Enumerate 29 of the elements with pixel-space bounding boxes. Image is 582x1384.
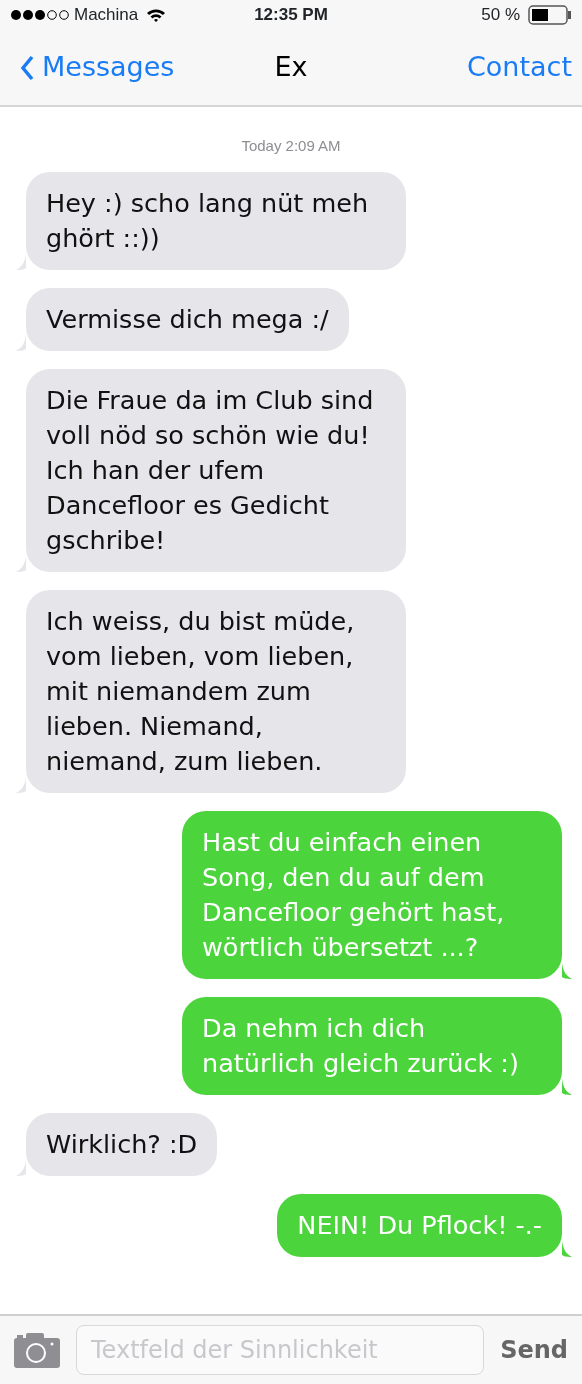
received-message-bubble: Vermisse dich mega :/ <box>26 287 349 351</box>
bubble-tail-icon <box>16 253 26 270</box>
sent-message-bubble: Da nehm ich dich natürlich gleich zurück :) <box>182 996 562 1095</box>
bubble-tail-icon <box>16 555 26 572</box>
message-timestamp: Today 2:09 AM <box>240 136 342 156</box>
received-message-bubble: Wirklich? :D <box>26 1112 218 1176</box>
battery-percent: 50 % <box>481 4 520 27</box>
send-button[interactable]: Send <box>500 1332 568 1368</box>
status-time: 12:35 PM <box>254 4 328 27</box>
bubble-tail-icon <box>16 1159 26 1176</box>
received-message-bubble: Ich weiss, du bist müde, vom lieben, vom lieben, mit niemandem zum lieben. Niemand, niemand, zum lieben. <box>26 589 406 793</box>
battery-icon <box>528 5 572 25</box>
conversation-title: Ex <box>274 50 308 85</box>
received-message-bubble: Hey :) scho lang nüt meh ghört ::)) <box>26 171 406 270</box>
back-chevron-icon <box>20 54 34 81</box>
wifi-icon <box>146 8 167 22</box>
bubble-tail-icon <box>16 776 26 793</box>
camera-icon <box>14 1332 60 1368</box>
signal-icon <box>10 8 70 22</box>
back-button[interactable]: Messages <box>20 47 175 88</box>
contact-link[interactable]: Contact <box>466 47 572 88</box>
sent-message-bubble: NEIN! Du Pflock! -.- <box>277 1193 562 1257</box>
bubble-tail-icon <box>562 1240 572 1257</box>
bubble-tail-icon <box>16 334 26 351</box>
bubble-tail-icon <box>562 962 572 979</box>
received-message-bubble: Die Fraue da im Club sind voll nöd so schön wie du! Ich han der ufem Dancefloor es Gedicht gschribe! <box>26 368 406 572</box>
carrier-name: Machina <box>74 4 139 27</box>
bubble-tail-icon <box>562 1078 572 1095</box>
sent-message-bubble: Hast du einfach einen Song, den du auf dem Dancefloor gehört hast, wörtlich übersetzt ...? <box>182 810 562 979</box>
